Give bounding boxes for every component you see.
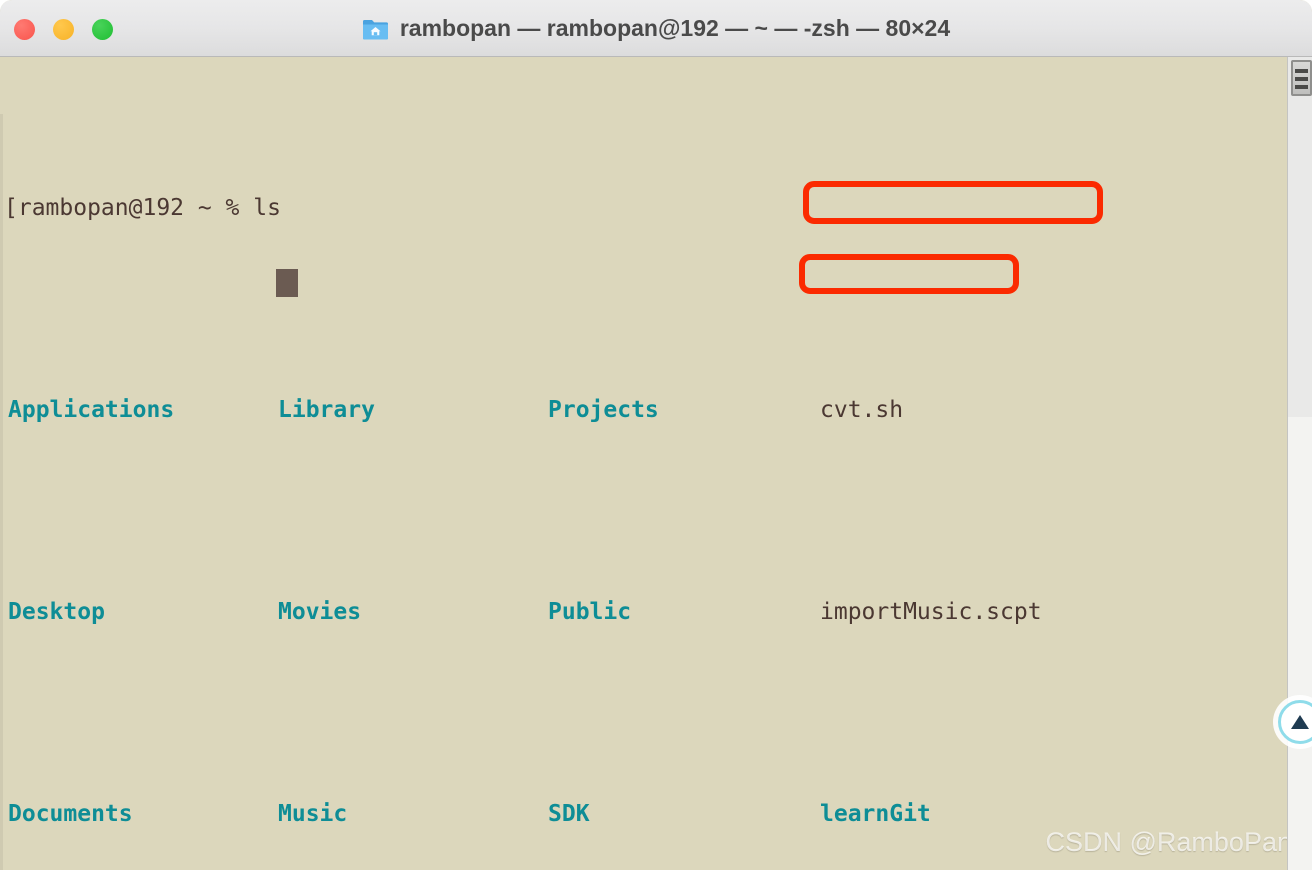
terminal-text-buffer: [rambopan@192 ~ % ls Applications Librar… <box>0 57 1042 870</box>
ls-entry-projects: Projects <box>548 397 659 423</box>
highlight-box-outputmusic <box>799 254 1019 294</box>
command-line-text: [rambopan@192 ~ % ls <box>4 194 281 221</box>
maximize-window-button[interactable] <box>92 19 113 40</box>
ls-entry-cvt-sh: cvt.sh <box>820 397 904 423</box>
vertical-scrollbar-thumb[interactable] <box>1291 60 1312 96</box>
ls-entry-applications: Applications <box>8 397 175 423</box>
scrollbar-lower-region <box>1288 417 1312 870</box>
ls-entry-learngit: learnGit <box>820 801 931 828</box>
window-titlebar[interactable]: rambopan — rambopan@192 — ~ — -zsh — 80×… <box>0 0 1312 57</box>
window-title-text: rambopan — rambopan@192 — ~ — -zsh — 80×… <box>399 15 951 41</box>
terminal-window: rambopan — rambopan@192 — ~ — -zsh — 80×… <box>0 0 1312 870</box>
ls-entry-desktop: Desktop <box>8 599 105 626</box>
terminal-line: Documents Music SDK learnGit <box>0 798 931 832</box>
terminal-content-area[interactable]: [rambopan@192 ~ % ls Applications Librar… <box>0 57 1312 870</box>
ls-entry-importmusic-scpt: importMusic.scpt <box>820 599 1042 626</box>
close-window-button[interactable] <box>14 19 35 40</box>
scrollbar-grip-line <box>1295 69 1308 73</box>
up-arrow-icon <box>1291 714 1309 729</box>
ls-entry-sdk: SDK <box>548 801 590 828</box>
ls-entry-public: Public <box>548 599 632 626</box>
ls-entry-music: Music <box>278 801 348 828</box>
ls-entry-movies: Movies <box>278 599 362 626</box>
terminal-cursor <box>276 269 298 297</box>
scrollbar-grip-line <box>1295 85 1308 89</box>
minimize-window-button[interactable] <box>53 19 74 40</box>
ls-entry-library: Library <box>278 397 375 423</box>
window-title-group: rambopan — rambopan@192 — ~ — -zsh — 80×… <box>0 0 1312 57</box>
terminal-line: Desktop Movies Public importMusic.scpt <box>0 596 1042 630</box>
blue-home-folder-icon <box>362 17 389 41</box>
highlight-box-importmusic-scpt <box>803 181 1103 224</box>
csdn-watermark: CSDN @RamboPan <box>1045 827 1293 857</box>
ls-entry-documents: Documents <box>8 801 133 828</box>
terminal-line: Applications Library Projects cvt.sh <box>0 394 903 428</box>
vertical-scrollbar-track[interactable] <box>1287 57 1312 870</box>
scrollbar-grip-line <box>1295 77 1308 81</box>
terminal-line: [rambopan@192 ~ % ls <box>0 192 281 226</box>
traffic-light-group <box>14 19 113 40</box>
